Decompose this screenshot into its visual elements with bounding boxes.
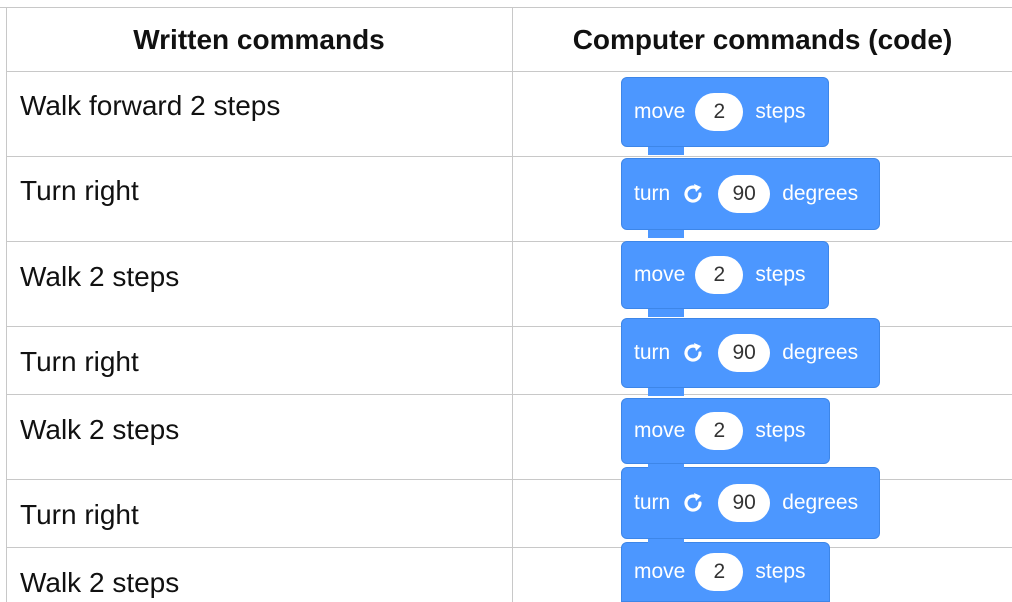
rotate-right-icon bbox=[680, 339, 708, 367]
rotate-right-icon bbox=[680, 489, 708, 517]
row-divider bbox=[6, 241, 1012, 242]
degrees-value-input[interactable]: 90 bbox=[718, 484, 771, 522]
block-unit: degrees bbox=[782, 491, 859, 514]
move-steps-block[interactable]: move 2 steps bbox=[621, 77, 829, 147]
block-keyword: turn bbox=[634, 491, 671, 514]
block-unit: degrees bbox=[782, 182, 859, 205]
row-divider bbox=[6, 547, 1012, 548]
move-steps-block[interactable]: move 2 steps bbox=[621, 398, 830, 464]
row-divider bbox=[6, 156, 1012, 157]
block-connector bbox=[648, 230, 684, 238]
block-connector bbox=[648, 539, 684, 547]
move-steps-block[interactable]: move 2 steps bbox=[621, 542, 830, 602]
table-left-border bbox=[6, 7, 7, 602]
degrees-value-input[interactable]: 90 bbox=[718, 334, 771, 372]
written-command: Walk 2 steps bbox=[20, 261, 180, 292]
commands-table: Written commands Computer commands (code… bbox=[0, 0, 1012, 602]
block-keyword: move bbox=[634, 263, 686, 286]
block-keyword: move bbox=[634, 100, 686, 123]
block-keyword: turn bbox=[634, 182, 671, 205]
steps-value-input[interactable]: 2 bbox=[695, 256, 744, 294]
degrees-value-input[interactable]: 90 bbox=[718, 175, 771, 213]
block-unit: steps bbox=[755, 419, 806, 442]
turn-degrees-block[interactable]: turn 90 degrees bbox=[621, 467, 880, 539]
written-command: Turn right bbox=[20, 175, 139, 206]
rotate-right-icon bbox=[680, 180, 708, 208]
written-command: Walk forward 2 steps bbox=[20, 90, 281, 121]
written-command: Turn right bbox=[20, 346, 139, 377]
written-command: Walk 2 steps bbox=[20, 414, 180, 445]
steps-value-input[interactable]: 2 bbox=[695, 412, 744, 450]
move-steps-block[interactable]: move 2 steps bbox=[621, 241, 829, 309]
turn-degrees-block[interactable]: turn 90 degrees bbox=[621, 158, 880, 230]
written-command: Walk 2 steps bbox=[20, 567, 180, 598]
block-connector bbox=[648, 147, 684, 155]
block-connector bbox=[648, 388, 684, 396]
block-connector bbox=[648, 309, 684, 317]
written-command: Turn right bbox=[20, 499, 139, 530]
steps-value-input[interactable]: 2 bbox=[695, 553, 744, 591]
block-unit: degrees bbox=[782, 341, 859, 364]
block-unit: steps bbox=[755, 560, 806, 583]
turn-degrees-block[interactable]: turn 90 degrees bbox=[621, 318, 880, 388]
header-written-commands: Written commands bbox=[133, 24, 385, 55]
block-connector bbox=[648, 464, 684, 472]
block-keyword: turn bbox=[634, 341, 671, 364]
block-keyword: move bbox=[634, 560, 686, 583]
block-keyword: move bbox=[634, 419, 686, 442]
column-divider bbox=[512, 7, 513, 602]
steps-value-input[interactable]: 2 bbox=[695, 93, 744, 131]
block-unit: steps bbox=[755, 263, 806, 286]
row-divider bbox=[6, 394, 1012, 395]
header-computer-commands: Computer commands (code) bbox=[572, 24, 953, 55]
block-unit: steps bbox=[755, 100, 806, 123]
